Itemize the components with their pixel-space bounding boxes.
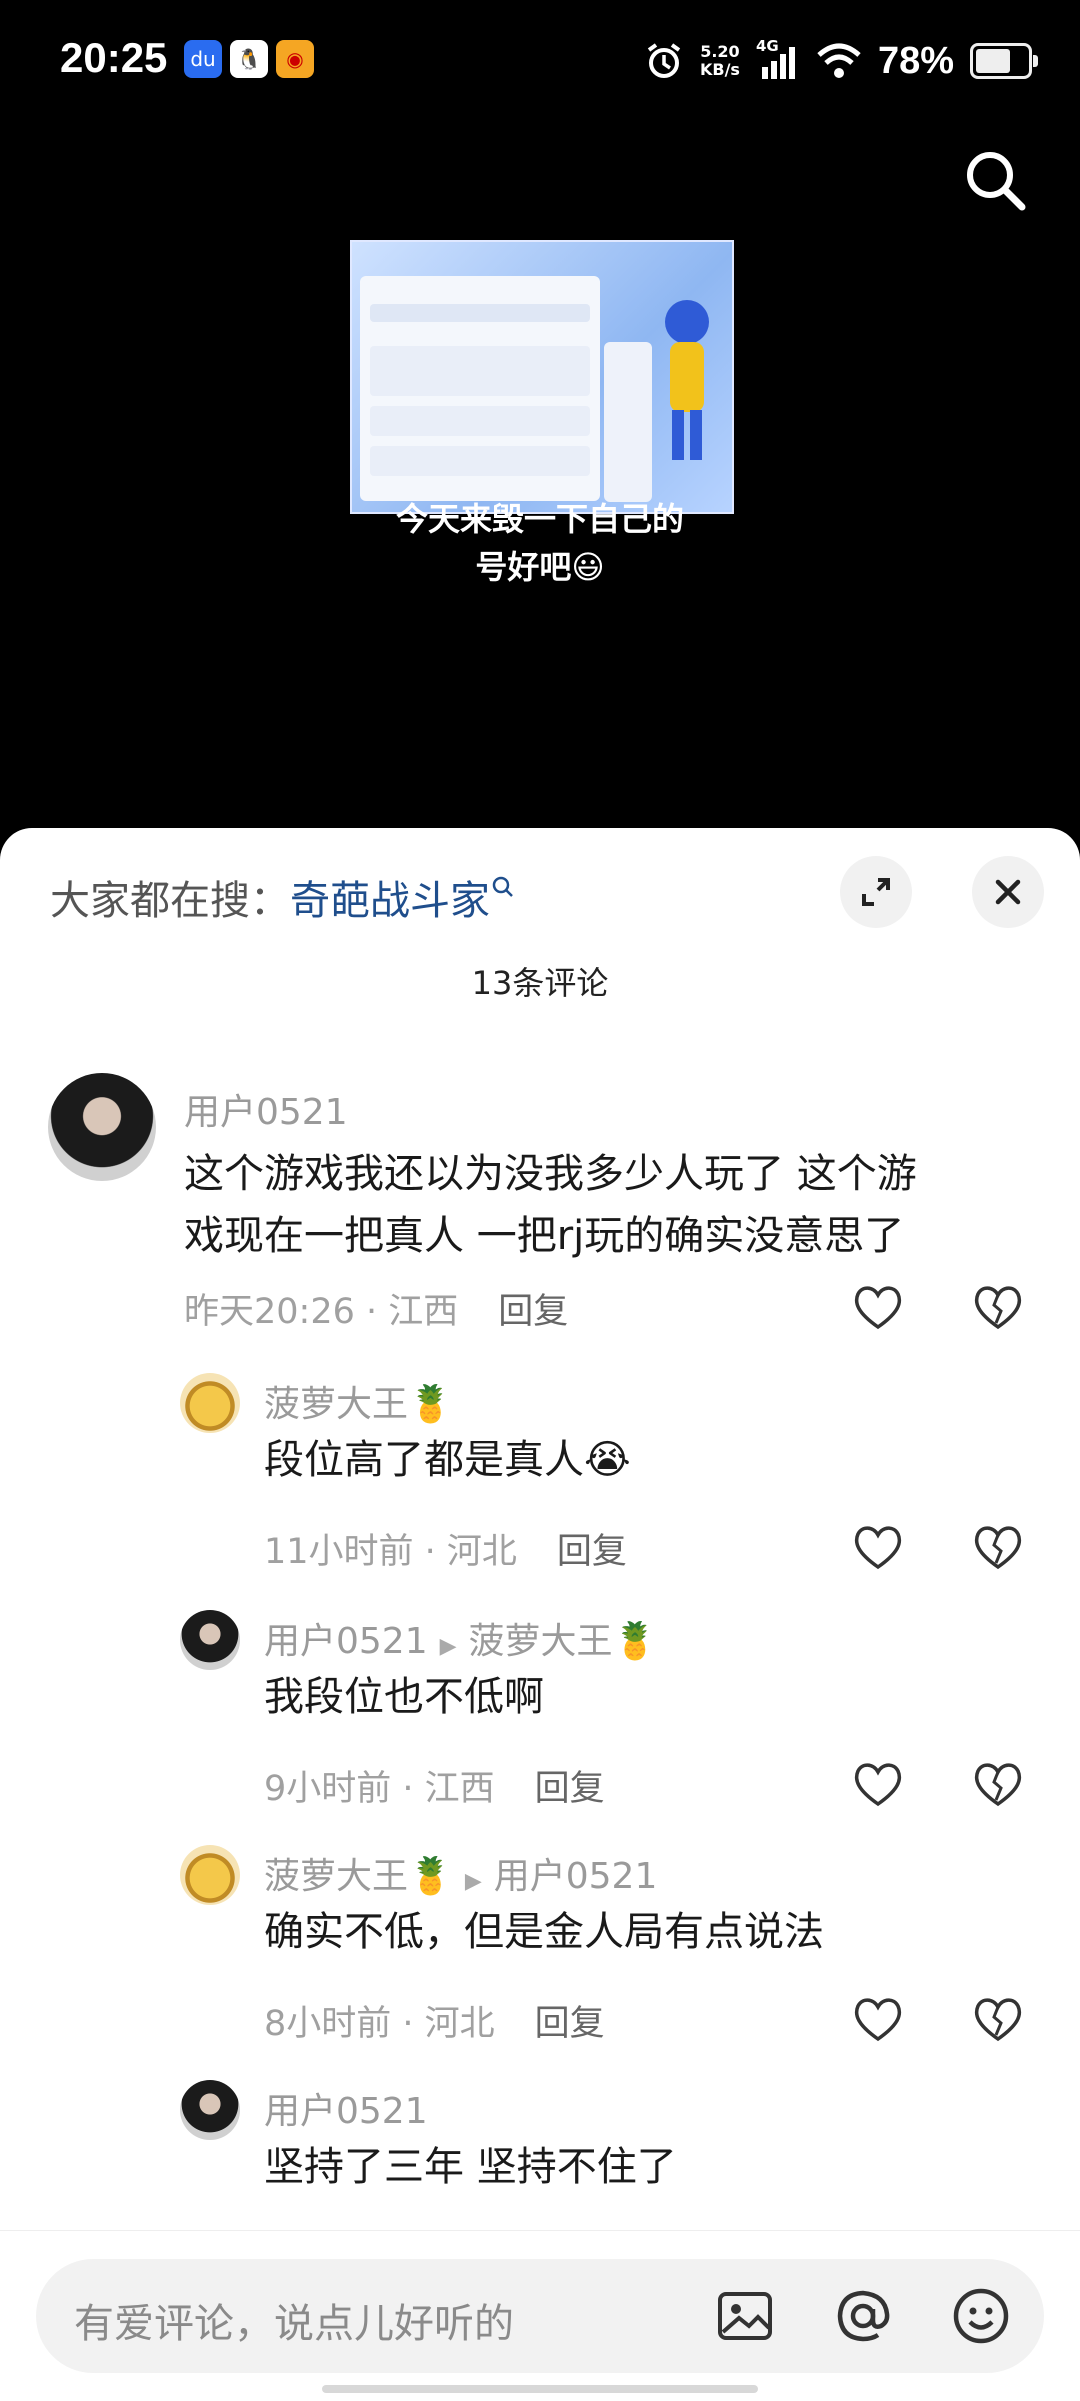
broken-heart-icon[interactable] <box>970 1279 1026 1335</box>
video-caption: 今天来毁一下自己的 号好吧😃 <box>395 500 684 586</box>
home-indicator[interactable] <box>322 2385 758 2393</box>
reply-arrow-icon: ▶ <box>439 1634 457 1659</box>
avatar[interactable] <box>180 1610 240 1670</box>
heart-icon[interactable] <box>850 1279 906 1335</box>
emoji-icon[interactable] <box>950 2285 1012 2347</box>
reply-button[interactable]: 回复 <box>557 1532 627 1572</box>
avatar[interactable] <box>180 1845 240 1905</box>
comment-input[interactable]: 有爱评论，说点儿好听的 <box>36 2259 1044 2373</box>
trending-prefix: 大家都在搜： <box>50 878 290 924</box>
reply-time-location: 9小时前 · 江西 <box>264 1769 495 1809</box>
trending-search[interactable]: 大家都在搜：奇葩战斗家 <box>50 868 516 926</box>
expand-button[interactable] <box>840 856 912 928</box>
reply-arrow-icon: ▶ <box>464 1869 482 1894</box>
reply-username: 菠萝大王🍍 ▶ 用户0521 <box>264 1856 658 1897</box>
comments-sheet: 大家都在搜：奇葩战斗家 13条评论 用户0521 这个游戏我还以为没我多少人玩了… <box>0 828 1080 2400</box>
network-speed: 5.20 KB/s <box>699 42 740 79</box>
reply-text: 确实不低，但是金人局有点说法 <box>264 1909 824 1955</box>
comment-username[interactable]: 用户0521 <box>184 1083 348 1135</box>
broken-heart-icon[interactable] <box>970 1756 1026 1812</box>
game-profile-panel <box>360 276 600 501</box>
avatar[interactable] <box>180 1373 240 1433</box>
comment-input-placeholder: 有爱评论，说点儿好听的 <box>74 2301 514 2347</box>
broken-heart-icon[interactable] <box>970 1991 1026 2047</box>
reply-text: 段位高了都是真人😭 <box>264 1437 631 1483</box>
game-side-panel <box>604 342 652 502</box>
reply-time-location: 11小时前 · 河北 <box>264 1532 517 1572</box>
reply-meta: 11小时前 · 河北 回复 <box>264 1523 627 1574</box>
reply-button[interactable]: 回复 <box>535 1769 605 1809</box>
comment-text: 这个游戏我还以为没我多少人玩了 这个游 戏现在一把真人 一把rj玩的确实没意思了 <box>184 1151 917 1259</box>
heart-icon[interactable] <box>850 1991 906 2047</box>
battery-percent: 78% <box>877 39 954 82</box>
broken-heart-icon[interactable] <box>970 1519 1026 1575</box>
baidu-app-icon: du <box>184 40 222 78</box>
reply-button[interactable]: 回复 <box>498 1292 568 1332</box>
heart-icon[interactable] <box>850 1519 906 1575</box>
battery-icon <box>970 43 1038 79</box>
status-bar: 20:25 du 🐧 ◉ 5.20 KB/s 4G 78% <box>0 0 1080 120</box>
game-character-image <box>665 300 709 460</box>
comment-count: 13条评论 <box>471 964 609 1002</box>
reply-meta: 9小时前 · 江西 回复 <box>264 1760 605 1811</box>
status-time: 20:25 <box>60 34 168 81</box>
reply-text: 我段位也不低啊 <box>264 1674 544 1720</box>
expand-icon <box>862 878 890 906</box>
comment-input-bar: 有爱评论，说点儿好听的 <box>0 2230 1080 2401</box>
wifi-icon <box>817 43 861 78</box>
weibo-app-icon: ◉ <box>276 40 314 78</box>
search-small-icon <box>492 876 513 897</box>
comment-meta: 昨天20:26 · 江西 回复 <box>184 1283 568 1334</box>
heart-icon[interactable] <box>850 1756 906 1812</box>
reply-time-location: 8小时前 · 河北 <box>264 2004 495 2044</box>
alarm-icon <box>647 43 681 78</box>
reply-username: 用户0521 ▶ 菠萝大王🍍 <box>264 1621 658 1662</box>
close-button[interactable] <box>972 856 1044 928</box>
cell-signal-icon: 4G <box>756 37 800 81</box>
avatar[interactable] <box>180 2080 240 2140</box>
video-thumbnail[interactable] <box>350 240 734 514</box>
reply-text: 坚持了三年 坚持不住了 <box>264 2144 677 2190</box>
close-icon <box>995 879 1021 905</box>
reply-meta: 8小时前 · 河北 回复 <box>264 1995 605 2046</box>
search-icon[interactable] <box>960 145 1030 215</box>
reply-button[interactable]: 回复 <box>535 2004 605 2044</box>
image-icon[interactable] <box>714 2285 776 2347</box>
reply-username[interactable]: 用户0521 <box>264 2082 428 2134</box>
avatar[interactable] <box>48 1073 156 1181</box>
trending-keyword[interactable]: 奇葩战斗家 <box>290 878 490 924</box>
reply-username[interactable]: 菠萝大王🍍 <box>264 1375 453 1427</box>
at-icon[interactable] <box>832 2285 894 2347</box>
qq-app-icon: 🐧 <box>230 40 268 78</box>
comment-time-location: 昨天20:26 · 江西 <box>184 1292 459 1332</box>
